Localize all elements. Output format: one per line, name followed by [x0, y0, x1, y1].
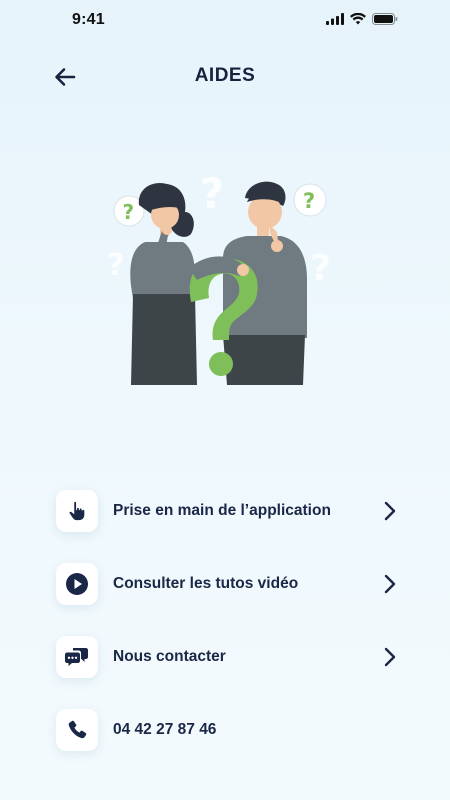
help-illustration: ? ? ? ? ? [107, 170, 331, 385]
hand-pointer-icon [69, 501, 85, 520]
svg-text:?: ? [303, 189, 315, 213]
status-icons [326, 13, 398, 25]
phone-icon [68, 720, 87, 738]
page-title: AIDES [194, 65, 256, 86]
signal-icon [326, 13, 344, 25]
menu-item-contact[interactable]: Nous contacter [56, 620, 406, 693]
chat-bubbles-icon [65, 647, 88, 666]
menu-item-label: Prise en main de l’application [113, 501, 331, 519]
svg-text:?: ? [200, 170, 224, 218]
wifi-icon [350, 13, 366, 25]
svg-text:?: ? [310, 248, 331, 289]
menu-item-video-tutorials[interactable]: Consulter les tutos vidéo [56, 547, 406, 620]
status-bar: 9:41 [0, 0, 450, 42]
svg-text:?: ? [123, 200, 135, 224]
header: AIDES [0, 56, 450, 96]
chevron-right-icon [384, 574, 396, 593]
chevron-right-icon [384, 501, 396, 520]
icon-box [56, 489, 98, 532]
menu-item-getting-started[interactable]: Prise en main de l’application [56, 474, 406, 547]
icon-box [56, 635, 98, 678]
icon-box [56, 708, 98, 751]
menu-item-phone[interactable]: 04 42 27 87 46 [56, 693, 406, 766]
battery-icon [372, 13, 398, 25]
help-menu: Prise en main de l’application Consulter… [56, 474, 406, 766]
status-time: 9:41 [72, 11, 105, 28]
phone-number: 04 42 27 87 46 [113, 720, 217, 738]
chevron-right-icon [384, 647, 396, 666]
play-circle-icon [66, 572, 88, 595]
svg-text:?: ? [107, 248, 124, 283]
icon-box [56, 562, 98, 605]
menu-item-label: Nous contacter [113, 647, 226, 665]
menu-item-label: Consulter les tutos vidéo [113, 574, 299, 592]
